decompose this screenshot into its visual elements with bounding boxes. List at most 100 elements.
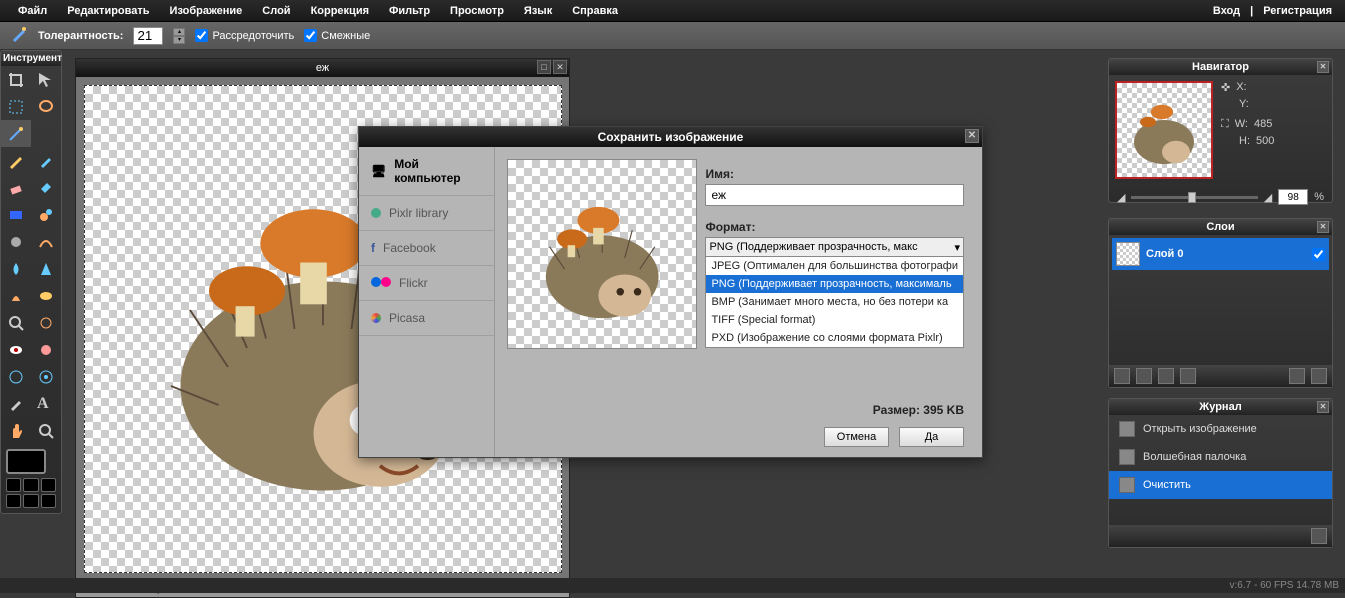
layer-row[interactable]: Слой 0	[1112, 238, 1329, 270]
adjacent-checkbox[interactable]	[304, 29, 317, 42]
name-input[interactable]	[705, 184, 964, 206]
menu-lang[interactable]: Язык	[514, 2, 562, 20]
format-option-png[interactable]: PNG (Поддерживает прозрачность, максимал…	[706, 275, 963, 293]
menu-adjust[interactable]: Коррекция	[301, 2, 379, 20]
register-link[interactable]: Регистрация	[1258, 2, 1337, 20]
history-item-clear[interactable]: Очистить	[1109, 471, 1332, 499]
tolerance-input[interactable]	[133, 27, 163, 45]
swatch[interactable]	[23, 494, 38, 508]
marquee-tool-icon[interactable]	[1, 93, 31, 120]
pinch-tool-icon[interactable]	[31, 363, 61, 390]
dest-facebook[interactable]: fFacebook	[359, 231, 494, 266]
close-icon[interactable]: ✕	[1317, 401, 1329, 413]
layer-visible-checkbox[interactable]	[1312, 248, 1325, 261]
scatter-check[interactable]: Рассредоточить	[195, 29, 294, 42]
scatter-checkbox[interactable]	[195, 29, 208, 42]
empty-tool	[31, 120, 61, 147]
settings-icon[interactable]	[1289, 368, 1305, 384]
menu-file[interactable]: Файл	[8, 2, 57, 20]
adjacent-check[interactable]: Смежные	[304, 29, 370, 42]
duplicate-icon[interactable]	[1158, 368, 1174, 384]
login-link[interactable]: Вход	[1208, 2, 1245, 20]
merge-down-icon[interactable]	[1180, 368, 1196, 384]
menu-view[interactable]: Просмотр	[440, 2, 514, 20]
nav-x-label: X:	[1236, 81, 1246, 94]
crop-tool-icon[interactable]	[1, 66, 31, 93]
swatch[interactable]	[6, 478, 21, 492]
redeye-tool-icon[interactable]	[1, 336, 31, 363]
format-option-bmp[interactable]: BMP (Занимает много места, но без потери…	[706, 293, 963, 311]
zoom-out-icon[interactable]: ◢	[1117, 191, 1125, 204]
navigator-thumbnail[interactable]	[1115, 81, 1213, 179]
smudge-tool-icon[interactable]	[1, 282, 31, 309]
zoom-slider[interactable]	[1131, 196, 1257, 199]
menu-help[interactable]: Справка	[562, 2, 628, 20]
swatch[interactable]	[6, 494, 21, 508]
menu-filter[interactable]: Фильтр	[379, 2, 440, 20]
hand-tool-icon[interactable]	[1, 417, 31, 444]
replace-tool-icon[interactable]	[1, 228, 31, 255]
blur-tool-icon[interactable]	[1, 255, 31, 282]
wand-tool-icon[interactable]	[1, 120, 31, 147]
menu-layer[interactable]: Слой	[252, 2, 300, 20]
sharpen-tool-icon[interactable]	[31, 255, 61, 282]
swatch[interactable]	[41, 494, 56, 508]
canvas-title[interactable]: еж □ ✕	[76, 59, 569, 77]
eraser-tool-icon[interactable]	[1, 174, 31, 201]
lasso-tool-icon[interactable]	[31, 93, 61, 120]
close-icon[interactable]: ✕	[553, 60, 567, 74]
type-tool-icon[interactable]: A	[31, 390, 61, 417]
close-icon[interactable]: ✕	[1317, 61, 1329, 73]
new-layer-icon[interactable]	[1114, 368, 1130, 384]
format-option-tiff[interactable]: TIFF (Special format)	[706, 311, 963, 329]
format-select[interactable]: PNG (Поддерживает прозрачность, макс ▾	[705, 237, 964, 257]
dialog-titlebar[interactable]: Сохранить изображение ✕	[359, 127, 982, 147]
swatch[interactable]	[23, 478, 38, 492]
zoom-input[interactable]	[1278, 189, 1308, 205]
close-icon[interactable]: ✕	[1317, 221, 1329, 233]
maximize-icon[interactable]: □	[537, 60, 551, 74]
layer-name[interactable]: Слой 0	[1146, 248, 1312, 260]
menubar: Файл Редактировать Изображение Слой Корр…	[0, 0, 1345, 22]
history-title[interactable]: Журнал ✕	[1109, 399, 1332, 415]
history-item-open[interactable]: Открыть изображение	[1109, 415, 1332, 443]
slider-thumb[interactable]	[1188, 192, 1196, 203]
format-option-jpeg[interactable]: JPEG (Оптимален для большинства фотограф…	[706, 257, 963, 275]
gradient-tool-icon[interactable]	[1, 201, 31, 228]
swatch[interactable]	[41, 478, 56, 492]
layers-title-text: Слои	[1206, 221, 1234, 233]
format-dropdown: JPEG (Оптимален для большинства фотограф…	[705, 256, 964, 348]
pencil-tool-icon[interactable]	[1, 147, 31, 174]
menu-image[interactable]: Изображение	[160, 2, 253, 20]
dest-my-computer[interactable]: 🖥Мой компьютер	[359, 147, 494, 196]
dodge-tool-icon[interactable]	[31, 309, 61, 336]
mask-icon[interactable]	[1136, 368, 1152, 384]
dest-flickr[interactable]: Flickr	[359, 266, 494, 301]
close-icon[interactable]: ✕	[965, 129, 979, 143]
tolerance-stepper[interactable]: ▴▾	[173, 28, 185, 44]
dest-pixlr[interactable]: Pixlr library	[359, 196, 494, 231]
foreground-color[interactable]	[6, 449, 46, 474]
format-option-pxd[interactable]: PXD (Изображение со слоями формата Pixlr…	[706, 329, 963, 347]
move-tool-icon[interactable]	[31, 66, 61, 93]
bucket-tool-icon[interactable]	[31, 174, 61, 201]
menu-edit[interactable]: Редактировать	[57, 2, 159, 20]
zoom-in-icon[interactable]: ◢	[1264, 191, 1272, 204]
spot-tool-icon[interactable]	[31, 336, 61, 363]
ok-button[interactable]: Да	[899, 427, 964, 447]
clone-tool-icon[interactable]	[31, 201, 61, 228]
eyedropper-tool-icon[interactable]	[1, 390, 31, 417]
zoom-tool-icon[interactable]	[1, 309, 31, 336]
history-item-wand[interactable]: Волшебная палочка	[1109, 443, 1332, 471]
layers-title[interactable]: Слои ✕	[1109, 219, 1332, 235]
sponge-tool-icon[interactable]	[31, 282, 61, 309]
navigator-title[interactable]: Навигатор ✕	[1109, 59, 1332, 75]
magnify-tool-icon[interactable]	[31, 417, 61, 444]
cancel-button[interactable]: Отмена	[824, 427, 889, 447]
trash-icon[interactable]	[1311, 368, 1327, 384]
brush-tool-icon[interactable]	[31, 147, 61, 174]
trash-icon[interactable]	[1311, 528, 1327, 544]
bloat-tool-icon[interactable]	[1, 363, 31, 390]
dest-picasa[interactable]: Picasa	[359, 301, 494, 336]
draw-tool-icon[interactable]	[31, 228, 61, 255]
